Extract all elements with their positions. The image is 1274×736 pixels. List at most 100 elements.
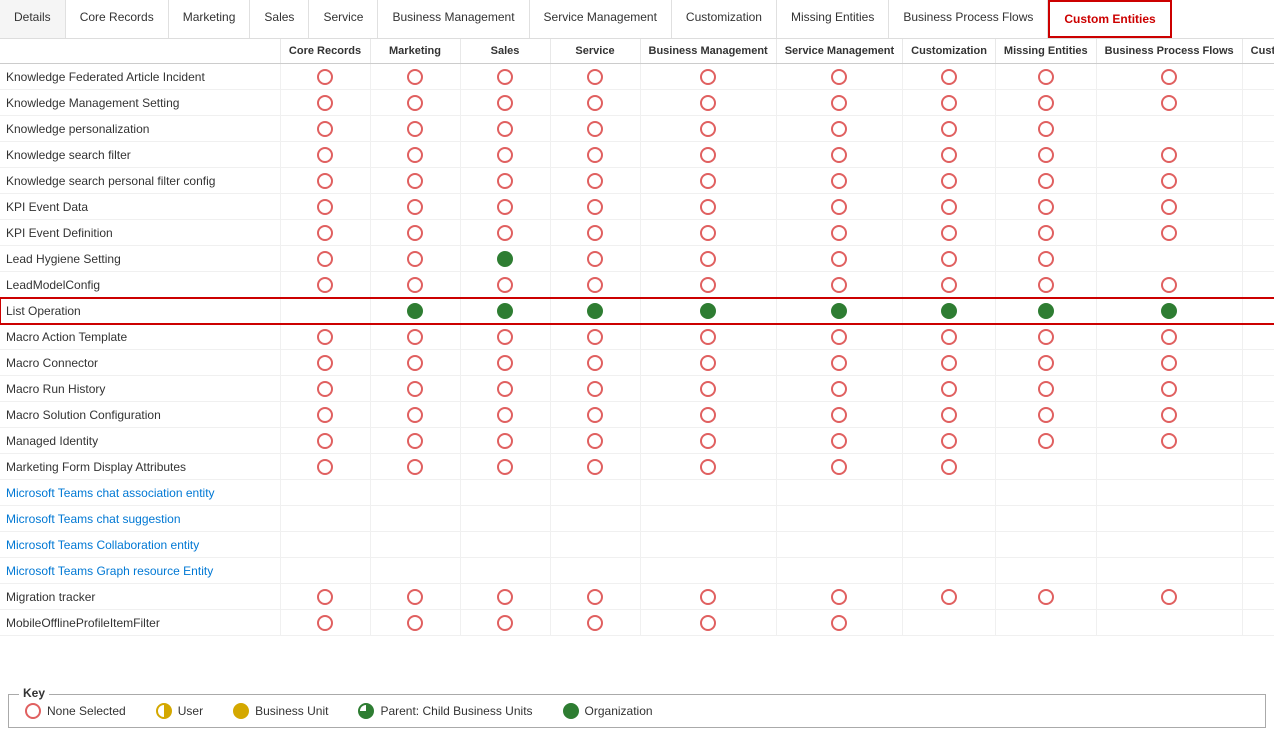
cell-3: [550, 584, 640, 610]
table-row: Managed Identity: [0, 428, 1274, 454]
tab-missing-entities[interactable]: Missing Entities: [777, 0, 889, 38]
cell-5: [776, 480, 902, 506]
cell-3: [550, 610, 640, 636]
cell-0: [280, 454, 370, 480]
none-selected-circle: [1038, 329, 1054, 345]
cell-4: [640, 610, 776, 636]
table-row: Lead Hygiene Setting: [0, 246, 1274, 272]
none-selected-circle: [497, 355, 513, 371]
none-selected-circle: [1038, 147, 1054, 163]
cell-5: [776, 324, 902, 350]
entity-name: Managed Identity: [0, 428, 280, 454]
none-selected-circle: [700, 355, 716, 371]
cell-8: [1096, 64, 1242, 90]
none-selected-icon: [25, 703, 41, 719]
cell-3: [550, 194, 640, 220]
none-selected-circle: [700, 147, 716, 163]
none-selected-circle: [700, 589, 716, 605]
none-selected-circle: [407, 95, 423, 111]
tab-custom-entities[interactable]: Custom Entities: [1048, 0, 1171, 38]
cell-7: [995, 480, 1096, 506]
cell-4: [640, 272, 776, 298]
cell-7: [995, 116, 1096, 142]
tab-details[interactable]: Details: [0, 0, 66, 38]
none-selected-circle: [497, 147, 513, 163]
entity-name: Marketing Form Display Attributes: [0, 454, 280, 480]
entity-name: Knowledge search personal filter config: [0, 168, 280, 194]
table-row: Knowledge search personal filter config: [0, 168, 1274, 194]
tab-business-process-flows[interactable]: Business Process Flows: [889, 0, 1048, 38]
organization-circle: [1161, 303, 1177, 319]
none-selected-circle: [1038, 381, 1054, 397]
none-selected-label: None Selected: [47, 704, 126, 718]
none-selected-circle: [587, 355, 603, 371]
none-selected-circle: [1038, 355, 1054, 371]
user-label: User: [178, 704, 203, 718]
table-row: Knowledge Management Setting: [0, 90, 1274, 116]
entity-name[interactable]: Microsoft Teams chat suggestion: [0, 506, 280, 532]
cell-9: [1242, 220, 1274, 246]
user-icon: [156, 703, 172, 719]
table-row: KPI Event Data: [0, 194, 1274, 220]
tab-marketing[interactable]: Marketing: [169, 0, 251, 38]
cell-0: [280, 220, 370, 246]
cell-8: [1096, 116, 1242, 142]
none-selected-circle: [831, 173, 847, 189]
organization-circle: [497, 251, 513, 267]
none-selected-circle: [831, 95, 847, 111]
table-row: Microsoft Teams chat association entity: [0, 480, 1274, 506]
cell-5: [776, 116, 902, 142]
cell-7: [995, 558, 1096, 584]
cell-0: [280, 376, 370, 402]
cell-0: [280, 558, 370, 584]
cell-6: [903, 168, 996, 194]
none-selected-circle: [317, 277, 333, 293]
cell-2: [460, 272, 550, 298]
cell-9: [1242, 454, 1274, 480]
cell-6: [903, 454, 996, 480]
cell-9: [1242, 90, 1274, 116]
cell-7: [995, 350, 1096, 376]
cell-5: [776, 428, 902, 454]
cell-7: [995, 584, 1096, 610]
tab-service-management[interactable]: Service Management: [530, 0, 672, 38]
tab-customization[interactable]: Customization: [672, 0, 777, 38]
cell-6: [903, 350, 996, 376]
cell-4: [640, 324, 776, 350]
table-wrapper[interactable]: Core RecordsMarketingSalesServiceBusines…: [0, 39, 1274, 686]
cell-8: [1096, 506, 1242, 532]
key-title: Key: [19, 686, 49, 700]
cell-7: [995, 402, 1096, 428]
cell-8: [1096, 558, 1242, 584]
none-selected-circle: [700, 251, 716, 267]
none-selected-circle: [317, 615, 333, 631]
tab-core-records[interactable]: Core Records: [66, 0, 169, 38]
none-selected-circle: [1038, 173, 1054, 189]
none-selected-circle: [941, 147, 957, 163]
cell-5: [776, 142, 902, 168]
cell-5: [776, 532, 902, 558]
none-selected-circle: [587, 615, 603, 631]
cell-8: [1096, 90, 1242, 116]
cell-8: [1096, 298, 1242, 324]
tab-service[interactable]: Service: [309, 0, 378, 38]
cell-7: [995, 610, 1096, 636]
entity-name: Migration tracker: [0, 584, 280, 610]
entity-name: KPI Event Definition: [0, 220, 280, 246]
key-section: Key None Selected User Business Unit Par…: [8, 694, 1266, 728]
cell-2: [460, 480, 550, 506]
cell-3: [550, 324, 640, 350]
tab-business-management[interactable]: Business Management: [378, 0, 529, 38]
cell-3: [550, 376, 640, 402]
entity-name[interactable]: Microsoft Teams Collaboration entity: [0, 532, 280, 558]
cell-3: [550, 220, 640, 246]
tab-sales[interactable]: Sales: [250, 0, 309, 38]
entity-name[interactable]: Microsoft Teams chat association entity: [0, 480, 280, 506]
table-row: Macro Run History: [0, 376, 1274, 402]
none-selected-circle: [700, 173, 716, 189]
none-selected-circle: [831, 615, 847, 631]
none-selected-circle: [941, 95, 957, 111]
none-selected-circle: [317, 329, 333, 345]
entity-name[interactable]: Microsoft Teams Graph resource Entity: [0, 558, 280, 584]
none-selected-circle: [317, 459, 333, 475]
